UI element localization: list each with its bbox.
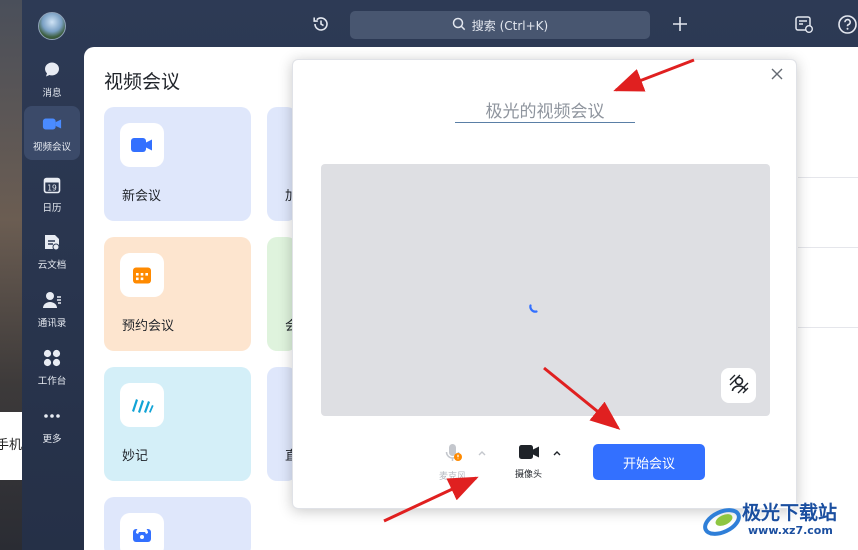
schedule-icon[interactable]: [794, 14, 814, 34]
sidebar-item-messages[interactable]: 消息: [24, 52, 80, 106]
minutes-icon: [120, 383, 164, 427]
sidebar-item-label: 通讯录: [37, 317, 67, 329]
divider: [798, 247, 858, 248]
desktop-partial-text: 手机: [0, 438, 23, 453]
contacts-icon: [42, 290, 62, 310]
card-label: 新会议: [122, 189, 162, 204]
sidebar-item-calendar[interactable]: 19 日历: [24, 167, 80, 221]
card-label: 预约会议: [122, 319, 175, 334]
calendar-icon: [120, 253, 164, 297]
watermark-name: 极光下载站: [742, 502, 838, 524]
meeting-name-input[interactable]: [455, 96, 635, 123]
schedule-meeting-card[interactable]: 预约会议: [104, 237, 251, 351]
virtual-background-icon: [728, 373, 750, 399]
microphone-label: 麦克风: [439, 472, 467, 482]
svg-text:19: 19: [47, 183, 57, 192]
watermark-url: www.xz7.com: [748, 524, 833, 537]
chat-bubble-icon: [42, 60, 62, 80]
search-placeholder: 搜索 (Ctrl+K): [471, 18, 549, 33]
new-meeting-card[interactable]: 新会议: [104, 107, 251, 221]
close-icon[interactable]: [769, 66, 785, 82]
card-label: 妙记: [122, 449, 149, 464]
camera-toggle[interactable]: 摄像头: [515, 443, 542, 480]
phone-card[interactable]: [104, 497, 251, 550]
new-meeting-dialog: 麦克风 摄像头 开始会议: [292, 59, 797, 509]
video-camera-icon: [42, 114, 62, 134]
microphone-toggle[interactable]: 麦克风: [439, 443, 466, 482]
calendar-icon: 19: [42, 175, 62, 195]
help-icon[interactable]: [837, 14, 858, 35]
minutes-card[interactable]: 妙记: [104, 367, 251, 481]
sidebar-item-label: 日历: [42, 202, 62, 214]
divider: [798, 177, 858, 178]
more-dots-icon: [42, 406, 62, 426]
phone-icon: [120, 513, 164, 550]
divider: [798, 327, 858, 328]
search-icon: [452, 17, 466, 34]
grid-icon: [42, 348, 62, 368]
loading-spinner: [529, 298, 539, 313]
sidebar-item-video-meeting[interactable]: 视频会议: [24, 106, 80, 160]
sidebar: 消息 视频会议 19 日历 云文档 通讯录 工作台 更多: [22, 0, 84, 550]
start-meeting-button[interactable]: 开始会议: [593, 444, 705, 480]
virtual-background-button[interactable]: [721, 368, 756, 403]
watermark-swirl-icon: [703, 508, 741, 536]
sidebar-item-label: 更多: [42, 433, 62, 445]
sidebar-item-more[interactable]: 更多: [24, 398, 80, 452]
history-icon[interactable]: [311, 14, 331, 34]
watermark-logo: 极光下载站 www.xz7.com: [700, 496, 854, 546]
search-input[interactable]: 搜索 (Ctrl+K): [350, 11, 650, 39]
camera-preview: [321, 164, 770, 416]
video-camera-icon: [518, 443, 540, 464]
cloud-doc-icon: [42, 232, 62, 252]
sidebar-item-contacts[interactable]: 通讯录: [24, 282, 80, 336]
sidebar-item-label: 消息: [42, 87, 62, 99]
avatar[interactable]: [38, 12, 66, 40]
sidebar-item-cloud-docs[interactable]: 云文档: [24, 224, 80, 278]
sidebar-item-label: 云文档: [37, 259, 67, 271]
video-camera-icon: [120, 123, 164, 167]
microphone-options-chevron-up-icon[interactable]: [477, 443, 487, 456]
microphone-muted-icon: [443, 443, 463, 466]
plus-icon[interactable]: [670, 14, 690, 34]
sidebar-item-label: 视频会议: [32, 141, 71, 153]
sidebar-item-workplace[interactable]: 工作台: [24, 340, 80, 394]
page-title: 视频会议: [104, 71, 181, 93]
camera-label: 摄像头: [515, 470, 543, 480]
sidebar-item-label: 工作台: [37, 375, 67, 387]
camera-options-chevron-up-icon[interactable]: [552, 443, 562, 456]
